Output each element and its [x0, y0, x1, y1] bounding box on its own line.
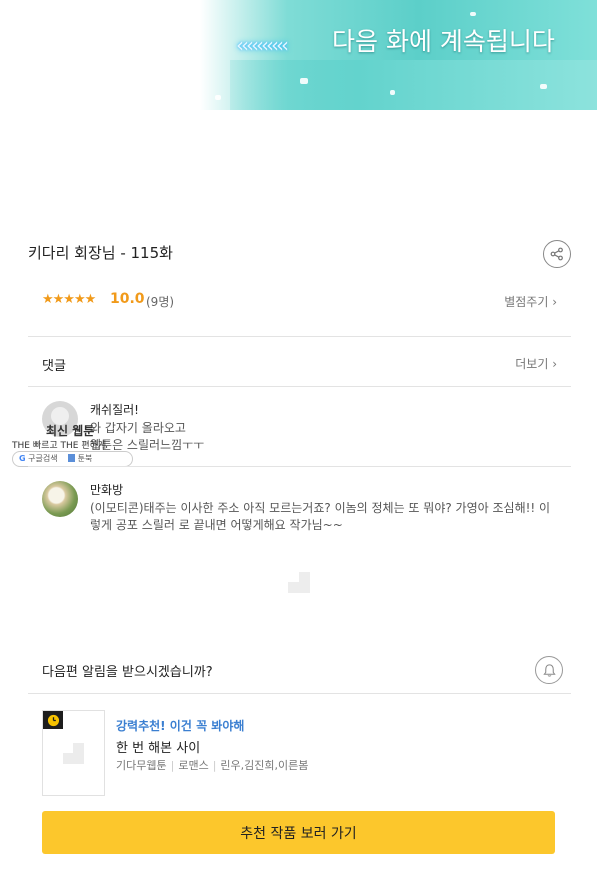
recommendation-category: 기다무웹툰 — [116, 759, 167, 772]
rating-votes: (9명) — [146, 295, 175, 309]
site-badge-overlay[interactable]: 최신 웹툰 THE 빠르고 THE 편하게 G 구글검색 툰북 — [12, 420, 134, 468]
banner-caption: 다음 화에 계속됩니다 — [332, 27, 555, 56]
recommendation-card[interactable]: 강력추천! 이건 꼭 봐야해 한 번 해본 사이 기다무웹툰 | 로맨스 | 린우,김진… — [42, 710, 557, 796]
recommendation-tag: 강력추천! 이건 꼭 봐야해 — [116, 719, 245, 733]
wait-free-clock-icon — [43, 711, 63, 729]
google-search-label: 구글검색 — [28, 454, 58, 463]
comment-item: 만화방 (이모티콘)태주는 이사한 주소 아직 모르는거죠? 이놈의 정체는 또… — [42, 481, 557, 535]
divider — [28, 693, 571, 694]
episode-title: 키다리 회장님 - 115화 — [28, 244, 173, 262]
bell-icon — [542, 663, 556, 677]
book-icon — [68, 454, 76, 462]
badge-search-pill[interactable]: G 구글검색 툰북 — [12, 451, 133, 467]
see-recommendations-button[interactable]: 추천 작품 보러 가기 — [42, 811, 555, 854]
comment-text: 와 갑자기 올라오고 웹툰은 스릴러느낌ㅜㅜ — [90, 421, 205, 452]
comment-text: (이모티콘)태주는 이사한 주소 아직 모르는거죠? 이놈의 정체는 또 뭐야?… — [90, 501, 551, 532]
comment-author: 만화방 — [90, 483, 124, 497]
book-label: 툰북 — [77, 454, 93, 463]
image-placeholder-icon — [288, 572, 310, 593]
comments-more-link[interactable]: 더보기 › — [515, 355, 557, 372]
rating-score: 10.0 — [110, 291, 145, 307]
divider — [28, 336, 571, 337]
share-icon — [550, 247, 563, 261]
notify-bell-button[interactable] — [535, 656, 563, 684]
badge-tagline: THE 빠르고 THE 편하게 — [12, 441, 107, 451]
banner-arrows: ‹‹‹‹‹‹‹‹‹‹ — [236, 33, 289, 57]
comments-header: 댓글 더보기 › — [42, 353, 557, 375]
divider — [28, 386, 571, 387]
avatar — [42, 481, 78, 517]
divider — [28, 466, 571, 467]
share-button[interactable] — [543, 240, 571, 268]
episode-end-banner: ‹‹‹‹‹‹‹‹‹‹ 다음 화에 계속됩니다 — [0, 0, 597, 110]
recommendation-genre: 로맨스 — [178, 759, 209, 772]
rating-row: ★★★★★ 10.0 (9명) 별점주기 › — [42, 290, 557, 314]
episode-title-row: 키다리 회장님 - 115화 — [28, 236, 571, 270]
notify-row: 다음편 알림을 받으시겠습니까? — [42, 656, 563, 684]
google-icon: G — [19, 454, 26, 463]
recommendation-thumbnail[interactable] — [42, 710, 105, 796]
rating-stars: ★★★★★ — [42, 292, 96, 307]
comments-title: 댓글 — [42, 359, 66, 374]
image-placeholder-icon — [63, 743, 84, 764]
recommendation-title[interactable]: 한 번 해본 사이 — [116, 737, 200, 756]
badge-title: 최신 웹툰 — [46, 424, 95, 438]
comment-author: 캐쉬질러! — [90, 403, 139, 417]
recommendation-authors: 린우,김진희,이른봄 — [220, 759, 309, 772]
recommendation-meta: 기다무웹툰 | 로맨스 | 린우,김진희,이른봄 — [116, 759, 309, 772]
rate-link[interactable]: 별점주기 › — [504, 293, 557, 310]
notify-text: 다음편 알림을 받으시겠습니까? — [42, 665, 213, 680]
